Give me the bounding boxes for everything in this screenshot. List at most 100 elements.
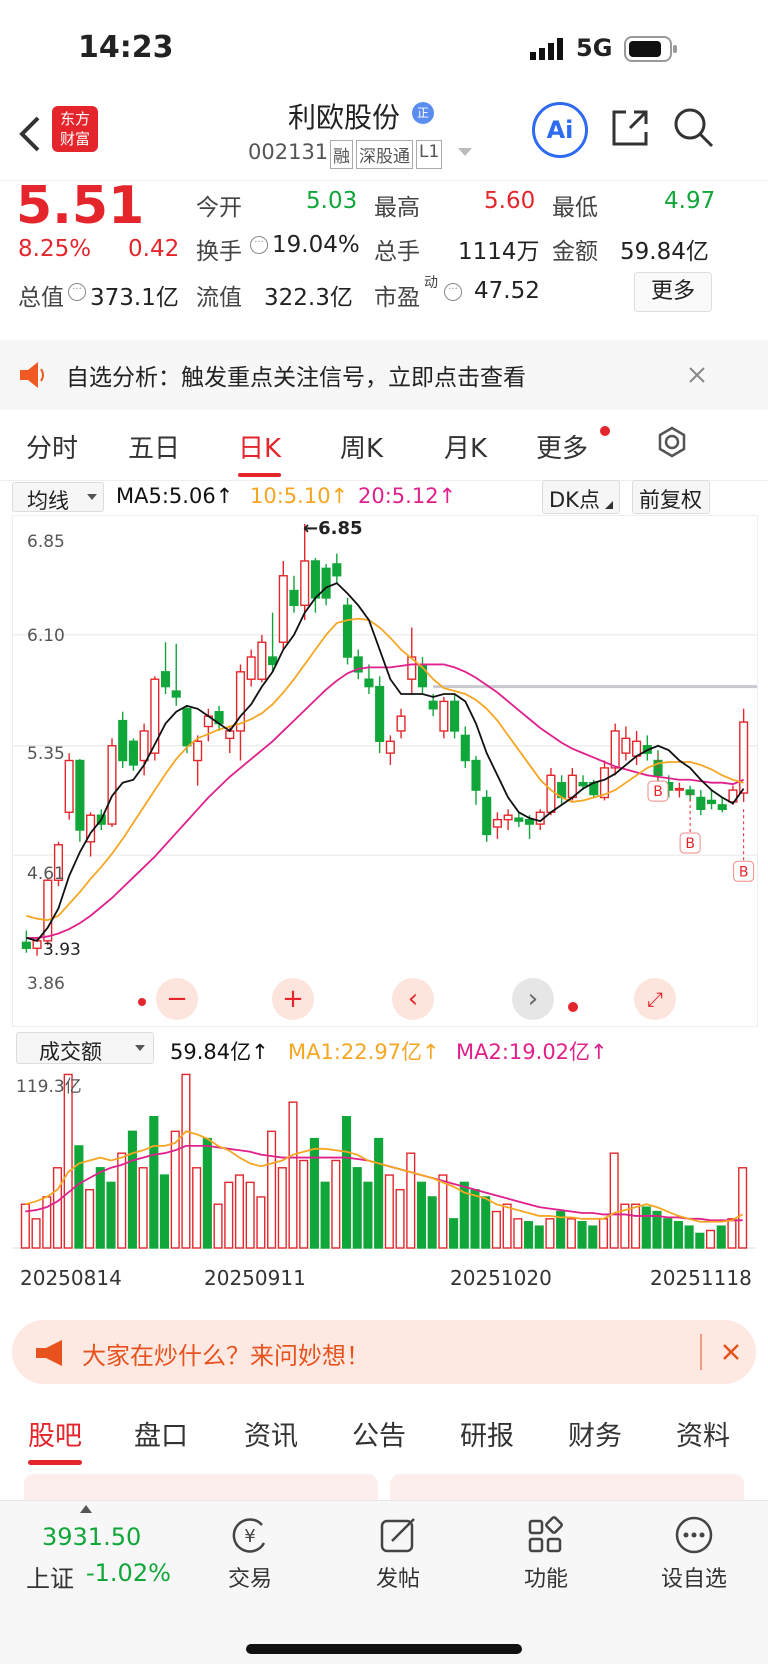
nav-watchlist[interactable]: 设自选 xyxy=(634,1515,754,1593)
divider xyxy=(700,1334,702,1370)
tab-daily-k[interactable]: 日K xyxy=(238,428,282,477)
info-dots-icon[interactable]: ··· xyxy=(250,236,268,254)
adjust-button[interactable]: 前复权 xyxy=(632,480,710,514)
tab-finance[interactable]: 财务 xyxy=(568,1414,622,1453)
volume-ma2: MA2:19.02亿↑ xyxy=(456,1040,608,1064)
amount-label: 金额 xyxy=(552,239,598,265)
more-button[interactable]: 更多 xyxy=(634,272,712,312)
candle-body xyxy=(492,818,502,828)
candle-body xyxy=(310,560,320,599)
candle-body xyxy=(21,941,31,949)
candle-body xyxy=(364,678,374,688)
chevron-down-icon[interactable] xyxy=(458,148,472,158)
ma10-value: 10:5.10↑ xyxy=(250,484,349,508)
volume-bar xyxy=(149,1116,159,1249)
tab-announcements[interactable]: 公告 xyxy=(352,1414,406,1453)
nav-functions-label: 功能 xyxy=(523,1567,568,1592)
notification-dot xyxy=(600,426,610,436)
ma-indicator-bar: 均线 MA5:5.06↑ 10:5.10↑ 20:5.12↑ DK点 前复权 xyxy=(0,480,768,514)
scroll-right-button[interactable]: › xyxy=(512,978,554,1020)
volume-bar xyxy=(523,1221,534,1249)
kline-chart[interactable]: B B B xyxy=(13,516,757,976)
dk-point-button[interactable]: DK点 xyxy=(542,480,620,514)
volume-bar xyxy=(727,1218,737,1249)
zoom-in-button[interactable]: + xyxy=(272,978,314,1020)
candle-body xyxy=(160,671,171,688)
tab-order-book[interactable]: 盘口 xyxy=(134,1414,188,1453)
volume-bar xyxy=(213,1203,223,1249)
tab-weekly-k[interactable]: 周K xyxy=(340,428,383,465)
megaphone-icon xyxy=(36,1340,62,1366)
volume-chart-area[interactable]: 119.3亿 xyxy=(12,1068,756,1258)
tab-more[interactable]: 更多 xyxy=(536,428,588,465)
volume-bar xyxy=(256,1196,266,1249)
tab-five-day[interactable]: 五日 xyxy=(128,428,180,465)
nav-trade[interactable]: ¥ 交易 xyxy=(190,1515,310,1593)
volume-bar xyxy=(341,1116,352,1249)
candle-body xyxy=(107,745,117,825)
post-card-left[interactable] xyxy=(24,1474,378,1500)
volume-bar xyxy=(127,1130,137,1249)
tab-monthly-k[interactable]: 月K xyxy=(444,428,487,465)
candle-body xyxy=(717,804,727,811)
close-icon[interactable] xyxy=(722,1343,740,1361)
tab-profile[interactable]: 资料 xyxy=(676,1414,730,1453)
tab-news[interactable]: 资讯 xyxy=(244,1414,298,1453)
y-label-4: 4.61 xyxy=(27,864,65,884)
candle-body xyxy=(342,604,353,658)
open-value: 5.03 xyxy=(306,188,358,214)
ma-selector[interactable]: 均线 xyxy=(12,482,104,513)
share-icon[interactable] xyxy=(610,108,650,148)
index-value[interactable]: 3931.50 xyxy=(42,1523,141,1551)
date-label-2: 20250911 xyxy=(204,1266,306,1290)
gear-icon[interactable] xyxy=(656,426,688,458)
stock-header: 东方 财富 利欧股份 正 002131 融 深股通 L1 Ai xyxy=(0,100,768,181)
index-change[interactable]: -1.02% xyxy=(86,1559,171,1587)
analysis-banner[interactable]: 自选分析：触发重点关注信号，立即点击查看 xyxy=(0,340,768,410)
expand-icon[interactable]: ⤢ xyxy=(634,978,676,1020)
ask-ai-banner[interactable]: 大家在炒什么？来问妙想！ xyxy=(12,1320,756,1384)
tab-forum[interactable]: 股吧 xyxy=(28,1414,82,1465)
volume-label: 总手 xyxy=(374,239,420,265)
volume-chart[interactable] xyxy=(12,1068,756,1258)
verified-badge-icon: 正 xyxy=(412,102,434,124)
chevron-down-icon xyxy=(135,1045,145,1051)
volume-ma1: MA1:22.97亿↑ xyxy=(288,1040,440,1064)
index-name[interactable]: 上证 xyxy=(26,1559,74,1594)
post-card-right[interactable] xyxy=(390,1474,744,1500)
high-label: 最高 xyxy=(374,195,420,221)
search-icon[interactable] xyxy=(672,106,716,150)
y-label-3: 5.35 xyxy=(27,744,65,764)
volume-bar xyxy=(181,1073,191,1249)
tab-intraday[interactable]: 分时 xyxy=(26,428,78,465)
volume-bar xyxy=(277,1167,287,1249)
caret-up-icon[interactable] xyxy=(80,1505,92,1513)
volume-bar xyxy=(716,1225,726,1249)
nav-functions[interactable]: 功能 xyxy=(486,1515,606,1593)
candle-body xyxy=(460,734,470,762)
back-arrow-icon[interactable] xyxy=(18,114,42,154)
volume-bar xyxy=(566,1218,576,1249)
pe-value: 47.52 xyxy=(474,278,540,304)
volume-bar xyxy=(138,1167,148,1249)
nav-post[interactable]: 发帖 xyxy=(338,1515,458,1593)
scroll-left-button[interactable]: ‹ xyxy=(392,978,434,1020)
volume-bar xyxy=(117,1152,127,1249)
candle-body xyxy=(321,567,331,599)
brand-logo[interactable]: 东方 财富 xyxy=(52,106,98,152)
volume-bar xyxy=(234,1174,245,1249)
volume-bar xyxy=(320,1181,330,1249)
zoom-out-button[interactable]: − xyxy=(156,978,198,1020)
info-dots-icon[interactable]: ··· xyxy=(68,283,86,301)
close-icon[interactable] xyxy=(688,366,706,384)
kline-chart-area[interactable]: B B B 6.85 6.10 5.35 4.61 3.86 ←6.85 3.93 xyxy=(12,515,758,1027)
date-label-4: 20251118 xyxy=(650,1266,752,1290)
candle-body xyxy=(578,781,588,787)
tab-research[interactable]: 研报 xyxy=(460,1414,514,1453)
volume-selector[interactable]: 成交额 xyxy=(16,1032,154,1064)
date-label-3: 20251020 xyxy=(450,1266,552,1290)
page-dot-right xyxy=(568,1002,578,1012)
info-dots-icon[interactable]: ··· xyxy=(444,283,462,301)
buy-marker-label: B xyxy=(739,864,749,880)
ai-button[interactable]: Ai xyxy=(532,102,588,158)
